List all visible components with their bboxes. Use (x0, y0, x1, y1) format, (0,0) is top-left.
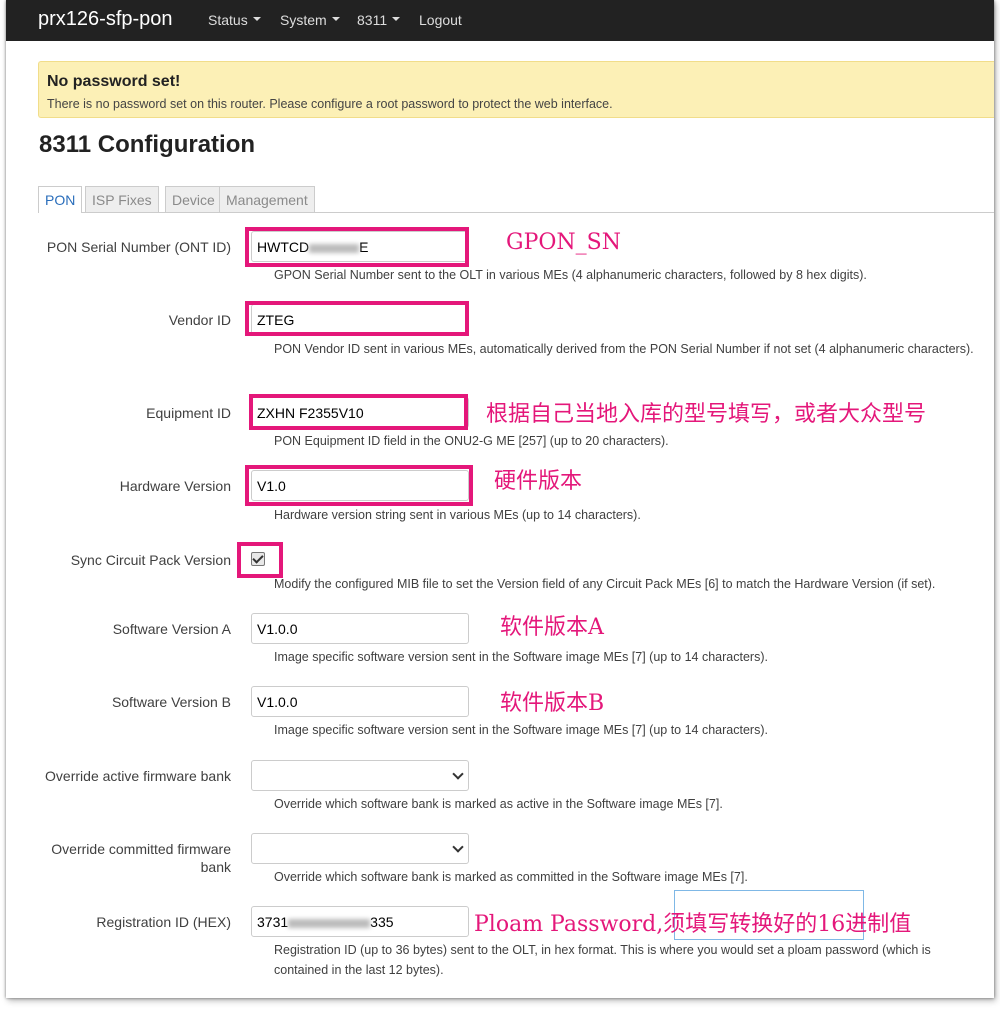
nav-system-menu[interactable]: System (280, 12, 340, 28)
equipment-hint: PON Equipment ID field in the ONU2-G ME … (274, 434, 669, 448)
sw-b-input[interactable]: V1.0.0 (251, 686, 469, 717)
committed-bank-label-line2: bank (200, 859, 231, 875)
registration-label: Registration ID (HEX) (96, 914, 231, 930)
chevron-down-icon (392, 17, 401, 22)
sw-a-input[interactable]: V1.0.0 (251, 613, 469, 644)
equipment-highlight (249, 394, 468, 430)
brand-title[interactable]: prx126-sfp-pon (38, 8, 173, 31)
sw-b-hint: Image specific software version sent in … (274, 723, 768, 737)
serial-annotation: GPON_SN (506, 230, 621, 255)
registration-input[interactable]: 3731 335 (251, 906, 469, 937)
chevron-down-icon (331, 17, 340, 22)
chevron-down-icon (452, 768, 464, 780)
active-bank-select[interactable] (251, 760, 469, 791)
registration-hint-line1: Registration ID (up to 36 bytes) sent to… (274, 943, 931, 957)
hardware-annotation: 硬件版本 (494, 469, 583, 494)
registration-hint-line2: contained in the last 12 bytes). (274, 963, 444, 977)
committed-bank-hint: Override which software bank is marked a… (274, 870, 748, 884)
config-tabs: PON ISP Fixes Device Management (38, 186, 994, 213)
active-bank-label: Override active firmware bank (45, 768, 231, 784)
nav-system-label: System (280, 12, 327, 28)
chevron-down-icon (452, 841, 464, 853)
registration-annotation: Ploam Password,须填写转换好的16进制值 (474, 912, 912, 937)
serial-hint: GPON Serial Number sent to the OLT in va… (274, 268, 867, 282)
registration-value-prefix: 3731 (257, 914, 289, 930)
tab-device[interactable]: Device (165, 186, 222, 212)
equipment-annotation: 根据自己当地入库的型号填写，或者大众型号 (486, 402, 927, 427)
committed-bank-label-line1: Override committed firmware (51, 841, 231, 857)
sw-b-label: Software Version B (111, 694, 231, 710)
equipment-label: Equipment ID (146, 405, 231, 421)
sync-hint: Modify the configured MIB file to set th… (274, 577, 936, 591)
vendor-label: Vendor ID (168, 312, 231, 328)
hardware-hint: Hardware version string sent in various … (274, 508, 641, 522)
page-title: 8311 Configuration (39, 131, 256, 158)
app-window: prx126-sfp-pon Status System 8311 Logout… (6, 0, 994, 998)
serial-label: PON Serial Number (ONT ID) (46, 239, 231, 255)
tab-management[interactable]: Management (219, 186, 315, 212)
committed-bank-select[interactable] (251, 833, 469, 864)
nav-logout-link[interactable]: Logout (419, 12, 462, 28)
hardware-label: Hardware Version (119, 478, 231, 494)
sw-b-value: V1.0.0 (257, 694, 298, 710)
hardware-highlight (245, 465, 473, 506)
sync-highlight (237, 542, 283, 578)
redacted-mask (288, 919, 371, 928)
serial-highlight (245, 227, 469, 267)
chevron-down-icon (252, 17, 261, 22)
nav-8311-menu[interactable]: 8311 (357, 12, 401, 28)
active-bank-hint: Override which software bank is marked a… (274, 797, 723, 811)
nav-status-label: Status (208, 12, 248, 28)
nav-status-menu[interactable]: Status (208, 12, 261, 28)
tab-pon[interactable]: PON (38, 186, 83, 213)
sw-a-hint: Image specific software version sent in … (274, 650, 768, 664)
nav-8311-label: 8311 (357, 12, 388, 28)
registration-value-suffix: 335 (370, 914, 394, 930)
alert-title: No password set! (47, 73, 181, 90)
vendor-hint: PON Vendor ID sent in various MEs, autom… (274, 342, 974, 356)
vendor-highlight (245, 301, 469, 336)
sw-b-annotation: 软件版本B (500, 691, 605, 716)
sw-a-label: Software Version A (112, 621, 231, 637)
no-password-alert: No password set! There is no password se… (38, 61, 994, 118)
sw-a-annotation: 软件版本A (500, 615, 604, 640)
top-navbar: prx126-sfp-pon Status System 8311 Logout (6, 0, 994, 41)
tab-isp-fixes[interactable]: ISP Fixes (85, 186, 159, 212)
sw-a-value: V1.0.0 (257, 621, 298, 637)
alert-text: There is no password set on this router.… (47, 97, 613, 111)
sync-label: Sync Circuit Pack Version (70, 552, 231, 568)
